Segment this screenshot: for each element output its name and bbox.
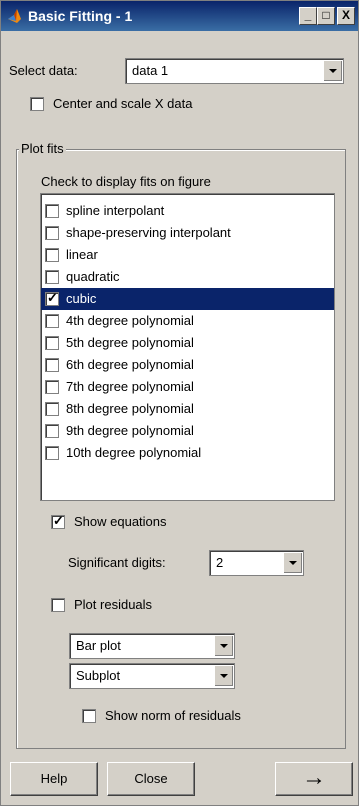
fit-item-9th[interactable]: 9th degree polynomial	[41, 420, 334, 442]
plot-residuals-checkbox[interactable]	[51, 598, 65, 612]
select-data-value: data 1	[132, 63, 169, 78]
fit-item-5th[interactable]: 5th degree polynomial	[41, 332, 334, 354]
fit-checkbox[interactable]	[45, 446, 59, 460]
fit-label: 4th degree polynomial	[66, 313, 194, 328]
center-scale-checkbox[interactable]	[30, 97, 44, 111]
select-data-dropdown[interactable]: data 1	[125, 58, 344, 84]
checkmark-icon: ✓	[53, 513, 64, 528]
fit-checkbox[interactable]	[45, 336, 59, 350]
fit-label: 8th degree polynomial	[66, 401, 194, 416]
fit-checkbox[interactable]	[45, 358, 59, 372]
show-equations-checkbox[interactable]: ✓	[51, 513, 65, 529]
residual-plot-type-dropdown[interactable]: Bar plot	[69, 633, 235, 659]
next-arrow-button[interactable]: →	[275, 762, 353, 796]
residual-location-value: Subplot	[76, 668, 121, 683]
fit-label: quadratic	[66, 269, 120, 284]
help-button[interactable]: Help	[10, 762, 98, 796]
maximize-button[interactable]: □	[317, 7, 335, 25]
fit-checkbox[interactable]	[45, 204, 59, 218]
residual-plot-type-value: Bar plot	[76, 638, 121, 653]
fit-item-8th[interactable]: 8th degree polynomial	[41, 398, 334, 420]
close-button[interactable]: Close	[107, 762, 195, 796]
fit-item-10th[interactable]: 10th degree polynomial	[41, 442, 334, 464]
fit-label: 10th degree polynomial	[66, 445, 202, 460]
fit-label: 9th degree polynomial	[66, 423, 194, 438]
fit-checkbox[interactable]	[45, 314, 59, 328]
fit-label: cubic	[66, 291, 97, 306]
fit-checkbox[interactable]	[45, 380, 59, 394]
fit-item-cubic[interactable]: ✓ cubic	[41, 288, 334, 310]
center-scale-label: Center and scale X data	[53, 96, 193, 111]
matlab-logo-icon	[8, 9, 21, 23]
chevron-down-icon[interactable]	[323, 60, 342, 81]
fit-item-shape-preserving[interactable]: shape-preserving interpolant	[41, 222, 334, 244]
fit-checkbox[interactable]	[45, 402, 59, 416]
fit-label: shape-preserving interpolant	[66, 225, 231, 240]
significant-digits-label: Significant digits:	[68, 555, 166, 570]
fit-label: linear	[66, 247, 98, 262]
fits-list[interactable]: spline interpolant shape-preserving inte…	[40, 193, 335, 501]
plot-residuals-label: Plot residuals	[74, 597, 153, 612]
window-title: Basic Fitting - 1	[28, 8, 133, 24]
fit-item-quadratic[interactable]: quadratic	[41, 266, 334, 288]
chevron-down-icon[interactable]	[214, 665, 233, 686]
basic-fitting-window: Basic Fitting - 1 _ □ X Select data: dat…	[0, 0, 359, 806]
fit-checkbox[interactable]	[45, 226, 59, 240]
significant-digits-value: 2	[216, 555, 224, 570]
fit-item-linear[interactable]: linear	[41, 244, 334, 266]
fit-item-7th[interactable]: 7th degree polynomial	[41, 376, 334, 398]
fit-item-6th[interactable]: 6th degree polynomial	[41, 354, 334, 376]
fit-checkbox[interactable]: ✓	[45, 290, 59, 306]
fit-item-4th[interactable]: 4th degree polynomial	[41, 310, 334, 332]
fit-label: 7th degree polynomial	[66, 379, 194, 394]
show-equations-label: Show equations	[74, 514, 167, 529]
show-norm-label: Show norm of residuals	[105, 708, 241, 723]
fit-label: 5th degree polynomial	[66, 335, 194, 350]
chevron-down-icon[interactable]	[214, 635, 233, 656]
fit-label: spline interpolant	[66, 203, 165, 218]
plot-fits-title: Plot fits	[19, 141, 66, 156]
chevron-down-icon[interactable]	[283, 552, 302, 573]
fit-item-spline[interactable]: spline interpolant	[41, 200, 334, 222]
significant-digits-dropdown[interactable]: 2	[209, 550, 304, 576]
checkmark-icon: ✓	[47, 290, 58, 305]
residual-location-dropdown[interactable]: Subplot	[69, 663, 235, 689]
fit-checkbox[interactable]	[45, 248, 59, 262]
fit-checkbox[interactable]	[45, 424, 59, 438]
fits-instructions: Check to display fits on figure	[41, 174, 211, 189]
minimize-button[interactable]: _	[299, 7, 317, 25]
title-bar[interactable]: Basic Fitting - 1 _ □ X	[1, 1, 358, 31]
fit-label: 6th degree polynomial	[66, 357, 194, 372]
close-window-button[interactable]: X	[337, 7, 355, 25]
fit-checkbox[interactable]	[45, 270, 59, 284]
select-data-label: Select data:	[9, 63, 78, 78]
show-norm-checkbox[interactable]	[82, 709, 96, 723]
